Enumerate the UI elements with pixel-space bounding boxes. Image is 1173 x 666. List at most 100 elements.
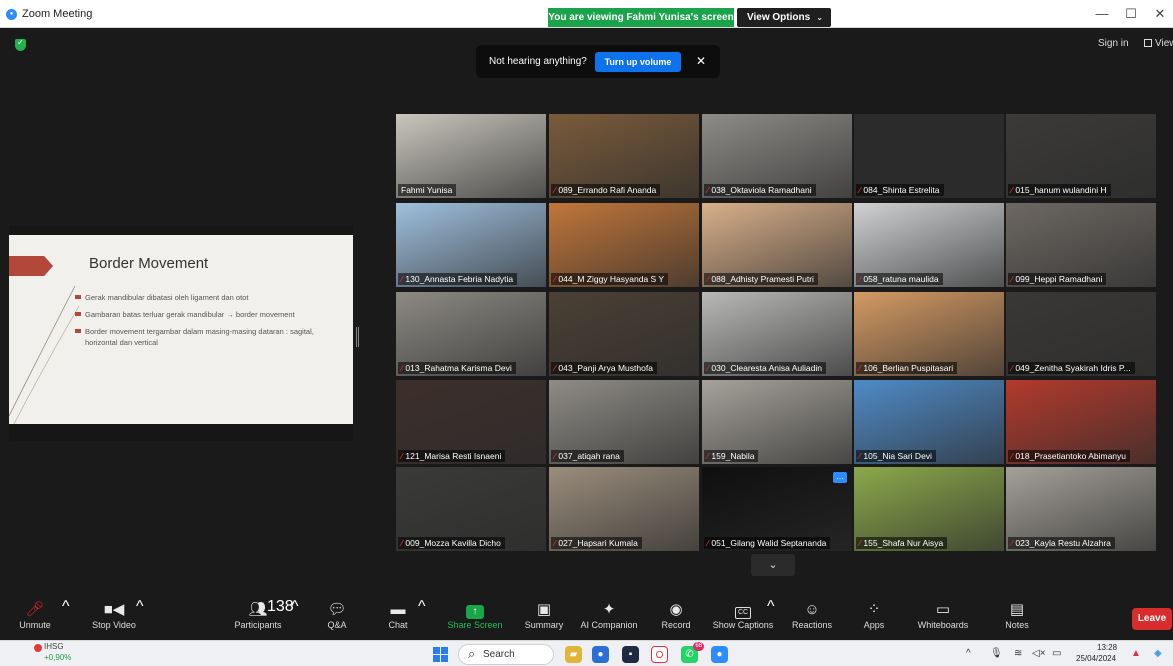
whatsapp-icon[interactable]: ✆ 68 [681, 642, 704, 663]
participant-tile[interactable]: ⁄ 159_Nabila [702, 380, 852, 464]
sign-in-link[interactable]: Sign in [1098, 38, 1129, 49]
close-notice-icon[interactable]: ✕ [696, 54, 706, 68]
muted-mic-icon: ⁄ [1011, 274, 1013, 284]
tray-overflow-icon[interactable]: ^ [966, 648, 971, 659]
muted-mic-icon: ⁄ [859, 274, 861, 284]
participant-name-label: ⁄ 037_atiqah rana [551, 450, 624, 462]
minimize-button[interactable]: — [1092, 6, 1112, 21]
record-button[interactable]: ◉ Record [658, 598, 694, 640]
muted-mic-icon: ⁄ [859, 451, 861, 461]
participant-tile[interactable]: ⁄ 037_atiqah rana [549, 380, 699, 464]
mic-tray-icon[interactable]: 🎙︎ [990, 648, 1003, 659]
resize-divider-handle[interactable] [356, 327, 359, 347]
captions-options-caret[interactable]: ^ [767, 598, 775, 616]
people-icon[interactable]: ● [592, 646, 609, 663]
meeting-area: Sign in View Not hearing anything? Turn … [0, 28, 1173, 598]
muted-mic-icon: ⁄ [859, 363, 861, 373]
leave-button[interactable]: Leave [1132, 608, 1172, 630]
participant-tile[interactable]: ⁄ 009_Mozza Kavilla Dicho [396, 467, 546, 551]
participant-tile[interactable]: ⁄ 023_Kayla Restu Alzahra [1006, 467, 1156, 551]
participant-tile[interactable]: ⁄ 027_Hapsari Kumala [549, 467, 699, 551]
video-options-caret[interactable]: ^ [136, 598, 144, 616]
share-screen-button[interactable]: ↑ Share Screen [446, 598, 504, 640]
taskbar-search[interactable]: Search [458, 644, 554, 665]
ai-companion-button[interactable]: ✦ AI Companion [578, 598, 640, 640]
apps-icon: ⁘ [867, 601, 881, 618]
participant-name: 058_ratuna maulida [863, 274, 939, 284]
participant-tile[interactable]: ⁄ 089_Errando Rafi Ananda [549, 114, 699, 198]
notification-bell-icon[interactable]: ▲ [1131, 648, 1141, 659]
volume-icon[interactable]: ◁× [1032, 648, 1046, 659]
chevron-down-icon: ⌄ [816, 13, 823, 22]
participant-tile[interactable]: ⁄ 015_hanum wulandini H [1006, 114, 1156, 198]
zoom-taskbar-icon[interactable]: ● [711, 646, 728, 663]
participant-tile[interactable]: ⁄ 018_Prasetiantoko Abimanyu [1006, 380, 1156, 464]
view-options-label: View Options [747, 12, 811, 23]
security-shield-icon[interactable] [15, 38, 26, 51]
stop-video-button[interactable]: ■◀ Stop Video [88, 598, 140, 640]
participant-tile[interactable]: ⁄ 044_M Ziggy Hasyanda S Y [549, 203, 699, 287]
stock-ticker-name[interactable]: IHSG [44, 642, 64, 651]
windows-start-icon[interactable] [433, 647, 448, 662]
apps-button[interactable]: ⁘ Apps [862, 598, 886, 640]
shared-screen-slide: Border Movement Gerak mandibular dibatas… [9, 226, 353, 441]
muted-mic-icon: ⁄ [401, 538, 403, 548]
participant-name-label: ⁄ 121_Marisa Resti Isnaeni [398, 450, 506, 462]
participant-tile[interactable]: ⁄ 084_Shinta Estrelita [854, 114, 1004, 198]
record-icon: ◉ [669, 601, 683, 618]
participant-tile[interactable]: ⁄ 049_Zenitha Syakirah Idris P... [1006, 292, 1156, 376]
more-options-icon[interactable]: … [833, 472, 847, 483]
stop-video-label: Stop Video [92, 620, 136, 630]
participant-tile[interactable]: Fahmi Yunisa [396, 114, 546, 198]
unmute-button[interactable]: 🎤︎ Unmute [18, 598, 52, 640]
participant-tile[interactable]: ⁄ 121_Marisa Resti Isnaeni [396, 380, 546, 464]
turn-up-volume-button[interactable]: Turn up volume [595, 52, 681, 72]
file-explorer-icon[interactable]: ▰ [565, 646, 582, 663]
chat-options-caret[interactable]: ^ [418, 598, 426, 616]
participant-tile[interactable]: ⁄ 130_Annasta Febria Nadytia [396, 203, 546, 287]
view-button[interactable]: View [1144, 38, 1173, 49]
summary-button[interactable]: ▣ Summary [521, 598, 567, 640]
participant-tile[interactable]: ⁄ 106_Berlian Puspitasari [854, 292, 1004, 376]
record-label: Record [661, 620, 691, 630]
copilot-icon[interactable]: ◆ [1154, 648, 1162, 659]
chat-button[interactable]: ▬ Chat [385, 598, 411, 640]
muted-mic-icon: 🎤︎ [25, 601, 45, 618]
participant-tile[interactable]: ⁄ 013_Rahatma Karisma Devi [396, 292, 546, 376]
slide-title-arrow [9, 256, 53, 276]
participant-tile[interactable]: ⁄ 058_ratuna maulida [854, 203, 1004, 287]
zoom-app-icon: ● [6, 9, 17, 20]
view-options-button[interactable]: View Options ⌄ [737, 8, 831, 27]
slide-bullet: Gerak mandibular dibatasi oleh ligament … [75, 292, 315, 303]
participant-name: 023_Kayla Restu Alzahra [1015, 538, 1111, 548]
clock-time[interactable]: 13:28 [1097, 643, 1117, 652]
opera-browser-icon[interactable]: O [651, 646, 668, 663]
participant-tile[interactable]: ⁄ 051_Gilang Walid Septananda… [702, 467, 852, 551]
close-window-button[interactable]: ✕ [1150, 6, 1170, 22]
next-page-button[interactable]: ⌄ [751, 554, 795, 576]
participant-tile[interactable]: ⁄ 038_Oktaviola Ramadhani [702, 114, 852, 198]
clock-date[interactable]: 25/04/2024 [1076, 654, 1116, 663]
participant-tile[interactable]: ⁄ 155_Shafa Nur Aisya [854, 467, 1004, 551]
battery-icon[interactable]: ▭ [1052, 648, 1061, 659]
qa-button[interactable]: 💬︎ Q&A [322, 598, 352, 640]
generic-app-icon[interactable]: ▪ [622, 646, 639, 663]
share-screen-icon: ↑ [446, 598, 504, 620]
participant-tile[interactable]: ⁄ 088_Adhisty Pramesti Putri [702, 203, 852, 287]
audio-options-caret[interactable]: ^ [62, 598, 70, 616]
show-captions-button[interactable]: CC Show Captions [712, 598, 774, 640]
participant-tile[interactable]: ⁄ 099_Heppi Ramadhani [1006, 203, 1156, 287]
notes-button[interactable]: ▤ Notes [1003, 598, 1031, 640]
whiteboards-button[interactable]: ▭ Whiteboards [914, 598, 972, 640]
audio-notice-message: Not hearing anything? [489, 56, 587, 67]
maximize-button[interactable]: ☐ [1121, 6, 1141, 22]
participants-options-caret[interactable]: ^ [291, 598, 299, 616]
participant-name: 051_Gilang Walid Septananda [711, 538, 827, 548]
reactions-button[interactable]: ☺ Reactions [790, 598, 834, 640]
participant-tile[interactable]: ⁄ 105_Nia Sari Devi [854, 380, 1004, 464]
participant-name-label: ⁄ 088_Adhisty Pramesti Putri [704, 273, 818, 285]
wifi-icon[interactable]: ≋ [1014, 648, 1022, 659]
participant-name: 049_Zenitha Syakirah Idris P... [1015, 363, 1131, 373]
participant-tile[interactable]: ⁄ 030_Clearesta Anisa Auliadin [702, 292, 852, 376]
participant-tile[interactable]: ⁄ 043_Panji Arya Musthofa [549, 292, 699, 376]
